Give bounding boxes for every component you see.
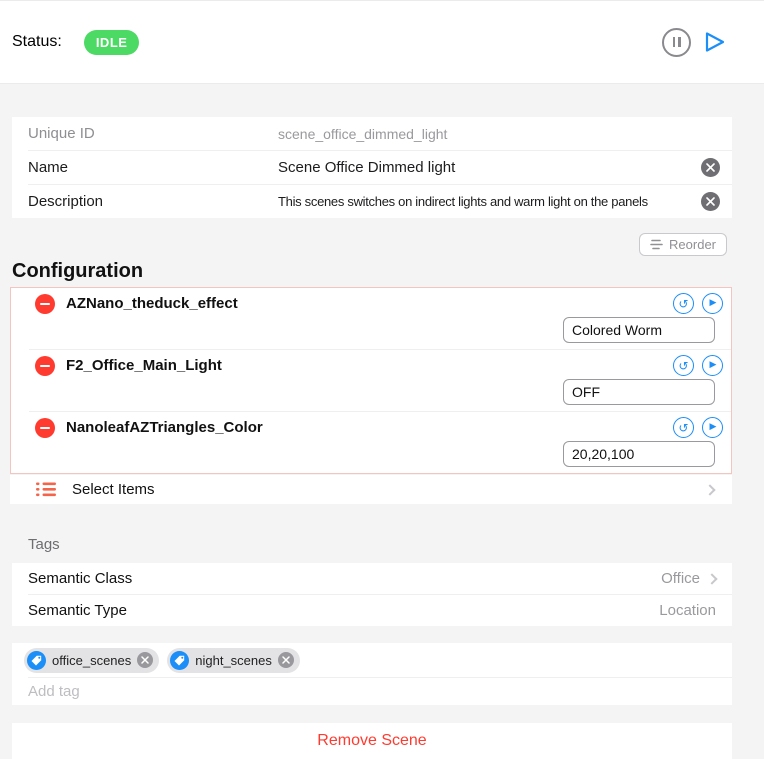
description-label: Description — [28, 193, 278, 210]
tag-chips-card: office_scenes night_scenes — [12, 643, 732, 705]
undo-icon: ↺ — [678, 360, 688, 372]
play-icon — [700, 28, 728, 56]
configuration-title: Configuration — [12, 260, 143, 283]
chevron-right-icon — [704, 484, 715, 495]
reorder-icon — [650, 239, 663, 250]
add-tag-input[interactable] — [28, 683, 716, 700]
config-item: AZNano_theduck_effect ↺ ▶ — [11, 288, 731, 349]
remove-scene-card: Remove Scene — [12, 723, 732, 759]
remove-tag-button[interactable] — [278, 652, 294, 668]
status-actions — [662, 28, 728, 57]
tag-chip: night_scenes — [167, 648, 300, 673]
config-item-name: F2_Office_Main_Light — [66, 357, 222, 374]
run-item-button[interactable]: ▶ — [702, 293, 723, 314]
semantic-type-label: Semantic Type — [28, 602, 127, 619]
config-item: F2_Office_Main_Light ↺ ▶ — [11, 350, 731, 411]
pause-button[interactable] — [662, 28, 691, 57]
clear-description-button[interactable] — [701, 192, 720, 211]
semantic-class-value: Office — [661, 570, 700, 587]
status-bar: Status: IDLE — [0, 0, 764, 84]
unique-id-value: scene_office_dimmed_light — [278, 126, 720, 142]
remove-item-icon[interactable] — [35, 418, 55, 438]
unique-id-row: Unique ID scene_office_dimmed_light — [12, 117, 732, 150]
config-item-head: NanoleafAZTriangles_Color ↺ ▶ — [35, 417, 723, 438]
pause-icon — [673, 37, 676, 47]
config-item-value-input[interactable] — [563, 379, 715, 405]
list-icon — [36, 482, 56, 497]
tag-icon — [27, 651, 46, 670]
semantic-type-row[interactable]: Semantic Type Location — [12, 595, 732, 626]
tag-chip-label: night_scenes — [195, 653, 272, 668]
run-item-button[interactable]: ▶ — [702, 355, 723, 376]
select-items-row[interactable]: Select Items — [10, 475, 732, 504]
reorder-label: Reorder — [669, 237, 716, 252]
scene-details-card: Unique ID scene_office_dimmed_light Name… — [12, 117, 732, 218]
configuration-card: AZNano_theduck_effect ↺ ▶ F2_Office_Main… — [10, 287, 732, 474]
description-row[interactable]: Description This scenes switches on indi… — [12, 185, 732, 218]
remove-item-icon[interactable] — [35, 294, 55, 314]
clear-name-button[interactable] — [701, 158, 720, 177]
tag-chip-label: office_scenes — [52, 653, 131, 668]
status-badge: IDLE — [84, 30, 140, 55]
undo-icon: ↺ — [678, 422, 688, 434]
config-item-head: F2_Office_Main_Light ↺ ▶ — [35, 355, 723, 376]
play-circle-icon: ▶ — [710, 361, 717, 370]
clear-icon — [706, 197, 715, 206]
semantic-class-label: Semantic Class — [28, 570, 132, 587]
scene-detail-screen: Status: IDLE Unique ID scene_office_dimm… — [0, 0, 764, 751]
config-item-name: AZNano_theduck_effect — [66, 295, 238, 312]
name-label: Name — [28, 159, 278, 176]
config-item-head: AZNano_theduck_effect ↺ ▶ — [35, 293, 723, 314]
undo-button[interactable]: ↺ — [673, 355, 694, 376]
remove-tag-button[interactable] — [137, 652, 153, 668]
reorder-button[interactable]: Reorder — [639, 233, 727, 256]
config-item-value-input[interactable] — [563, 441, 715, 467]
chevron-right-icon — [706, 573, 717, 584]
tags-section-title: Tags — [28, 536, 764, 554]
config-item: NanoleafAZTriangles_Color ↺ ▶ — [11, 412, 731, 473]
status-label: Status: — [12, 33, 62, 51]
undo-button[interactable]: ↺ — [673, 417, 694, 438]
tag-icon — [170, 651, 189, 670]
add-tag-row — [12, 678, 732, 705]
semantic-type-value: Location — [659, 602, 716, 619]
undo-button[interactable]: ↺ — [673, 293, 694, 314]
name-row[interactable]: Name Scene Office Dimmed light — [12, 151, 732, 184]
tag-chip: office_scenes — [24, 648, 159, 673]
semantic-class-row[interactable]: Semantic Class Office — [12, 563, 732, 594]
play-button[interactable] — [700, 28, 728, 56]
name-value[interactable]: Scene Office Dimmed light — [278, 159, 695, 176]
tag-chips-row: office_scenes night_scenes — [12, 643, 732, 677]
remove-item-icon[interactable] — [35, 356, 55, 376]
play-circle-icon: ▶ — [710, 299, 717, 308]
run-item-button[interactable]: ▶ — [702, 417, 723, 438]
semantic-card: Semantic Class Office Semantic Type Loca… — [12, 563, 732, 626]
configuration-header: Reorder Configuration — [0, 233, 764, 287]
play-circle-icon: ▶ — [710, 423, 717, 432]
undo-icon: ↺ — [678, 298, 688, 310]
remove-scene-button[interactable]: Remove Scene — [317, 732, 426, 750]
clear-icon — [706, 163, 715, 172]
config-item-value-input[interactable] — [563, 317, 715, 343]
select-items-label: Select Items — [72, 481, 155, 498]
clear-icon — [282, 656, 290, 664]
description-value[interactable]: This scenes switches on indirect lights … — [278, 194, 695, 209]
unique-id-label: Unique ID — [28, 125, 278, 142]
config-item-name: NanoleafAZTriangles_Color — [66, 419, 263, 436]
clear-icon — [141, 656, 149, 664]
